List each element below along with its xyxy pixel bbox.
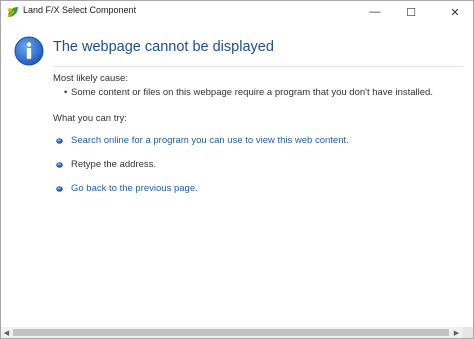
minimize-icon: — <box>369 6 381 18</box>
page-title: The webpage cannot be displayed <box>53 39 274 55</box>
window-title: Land F/X Select Component <box>23 5 137 15</box>
suggestion-search-online: Search online for a program you can use … <box>1 135 473 149</box>
suggestion-retype: Retype the address. <box>1 159 473 173</box>
maximize-icon: ☐ <box>406 6 416 19</box>
go-back-link[interactable]: Go back to the previous page. <box>71 183 198 194</box>
cause-bullet: • <box>64 87 68 98</box>
retype-address-text: Retype the address. <box>71 159 157 170</box>
app-window: Land F/X Select Component — ☐ ✕ The webp… <box>0 0 474 339</box>
search-online-link[interactable]: Search online for a program you can use … <box>71 135 349 146</box>
suggestion-go-back: Go back to the previous page. <box>1 183 473 197</box>
divider <box>53 66 463 67</box>
scroll-right-arrow-icon[interactable]: ▶ <box>451 327 462 338</box>
page-content: The webpage cannot be displayed Most lik… <box>1 23 473 327</box>
try-label: What you can try: <box>53 113 127 124</box>
close-button[interactable]: ✕ <box>437 1 473 23</box>
scroll-corner <box>462 327 473 338</box>
scroll-thumb[interactable] <box>13 329 449 336</box>
scroll-left-arrow-icon[interactable]: ◀ <box>1 327 12 338</box>
cause-label: Most likely cause: <box>53 73 128 84</box>
title-bar[interactable]: Land F/X Select Component — ☐ ✕ <box>1 1 473 23</box>
cause-item: Some content or files on this webpage re… <box>71 87 433 98</box>
info-icon <box>14 36 44 66</box>
blue-bullet-icon <box>56 186 63 192</box>
maximize-button[interactable]: ☐ <box>393 1 429 23</box>
land-fx-leaf-icon <box>7 7 18 18</box>
close-icon: ✕ <box>450 6 460 19</box>
blue-bullet-icon <box>56 162 63 168</box>
minimize-button[interactable]: — <box>357 1 393 23</box>
horizontal-scrollbar[interactable]: ◀ ▶ <box>1 327 473 338</box>
blue-bullet-icon <box>56 138 63 144</box>
